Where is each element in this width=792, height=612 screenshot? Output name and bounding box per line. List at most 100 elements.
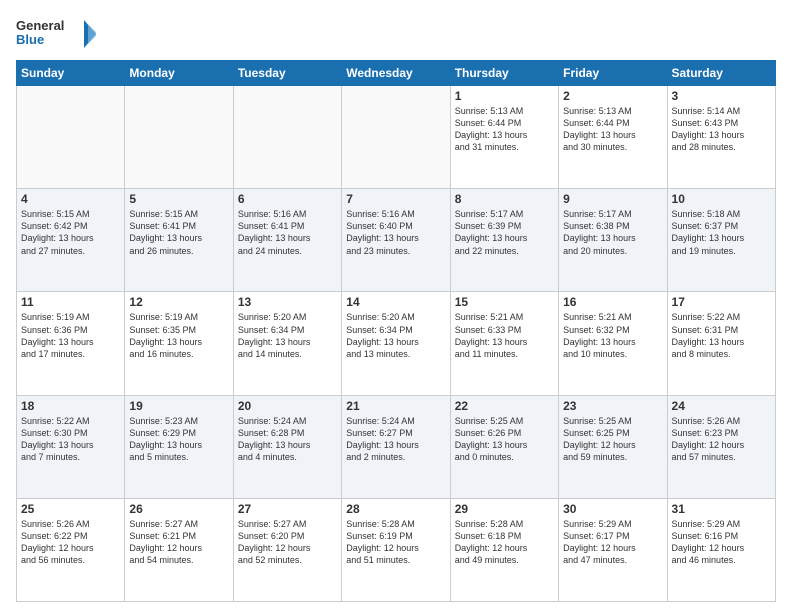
day-info: Sunrise: 5:24 AM Sunset: 6:27 PM Dayligh… (346, 415, 445, 464)
day-info: Sunrise: 5:24 AM Sunset: 6:28 PM Dayligh… (238, 415, 337, 464)
svg-text:General: General (16, 18, 64, 33)
calendar-cell: 6Sunrise: 5:16 AM Sunset: 6:41 PM Daylig… (233, 189, 341, 292)
calendar-cell: 26 Sunrise: 5:27 AM Sunset: 6:21 PM Dayli… (125, 498, 233, 601)
day-number: 24 (672, 399, 771, 413)
day-number: 19 (129, 399, 228, 413)
calendar-cell (233, 86, 341, 189)
day-info: Sunrise: 5:29 AM Sunset: 6:16 PM Dayligh… (672, 518, 771, 567)
day-info: Sunrise: 5:20 AM Sunset: 6:34 PM Dayligh… (346, 311, 445, 360)
calendar-cell: 24 Sunrise: 5:26 AM Sunset: 6:23 PM Dayli… (667, 395, 775, 498)
day-info: Sunrise: 5:13 AM Sunset: 6:44 PM Dayligh… (455, 105, 554, 154)
weekday-header-friday: Friday (559, 61, 667, 86)
day-number: 28 (346, 502, 445, 516)
weekday-header-thursday: Thursday (450, 61, 558, 86)
day-info: Sunrise: 5:18 AM Sunset: 6:37 PM Dayligh… (672, 208, 771, 257)
logo: General Blue (16, 16, 96, 52)
day-number: 15 (455, 295, 554, 309)
day-info: Sunrise: 5:25 AM Sunset: 6:26 PM Dayligh… (455, 415, 554, 464)
calendar-cell: 27 Sunrise: 5:27 AM Sunset: 6:20 PM Dayli… (233, 498, 341, 601)
day-number: 23 (563, 399, 662, 413)
day-info: Sunrise: 5:21 AM Sunset: 6:33 PM Dayligh… (455, 311, 554, 360)
calendar-week-row: 18Sunrise: 5:22 AM Sunset: 6:30 PM Dayli… (17, 395, 776, 498)
day-number: 26 (129, 502, 228, 516)
calendar-cell: 31 Sunrise: 5:29 AM Sunset: 6:16 PM Dayli… (667, 498, 775, 601)
calendar-cell: 2 Sunrise: 5:13 AM Sunset: 6:44 PM Daylig… (559, 86, 667, 189)
day-number: 5 (129, 192, 228, 206)
day-number: 21 (346, 399, 445, 413)
svg-text:Blue: Blue (16, 32, 44, 47)
calendar-cell: 21 Sunrise: 5:24 AM Sunset: 6:27 PM Dayli… (342, 395, 450, 498)
day-number: 30 (563, 502, 662, 516)
day-info: Sunrise: 5:15 AM Sunset: 6:41 PM Dayligh… (129, 208, 228, 257)
calendar-cell: 25Sunrise: 5:26 AM Sunset: 6:22 PM Dayli… (17, 498, 125, 601)
day-info: Sunrise: 5:23 AM Sunset: 6:29 PM Dayligh… (129, 415, 228, 464)
calendar-cell: 11 Sunrise: 5:19 AM Sunset: 6:36 PM Dayli… (17, 292, 125, 395)
day-info: Sunrise: 5:26 AM Sunset: 6:23 PM Dayligh… (672, 415, 771, 464)
day-info: Sunrise: 5:25 AM Sunset: 6:25 PM Dayligh… (563, 415, 662, 464)
calendar-cell: 8 Sunrise: 5:17 AM Sunset: 6:39 PM Daylig… (450, 189, 558, 292)
day-info: Sunrise: 5:15 AM Sunset: 6:42 PM Dayligh… (21, 208, 120, 257)
calendar-cell: 16 Sunrise: 5:21 AM Sunset: 6:32 PM Dayli… (559, 292, 667, 395)
logo-svg: General Blue (16, 16, 96, 52)
weekday-header-wednesday: Wednesday (342, 61, 450, 86)
day-number: 2 (563, 89, 662, 103)
day-number: 14 (346, 295, 445, 309)
day-info: Sunrise: 5:22 AM Sunset: 6:30 PM Dayligh… (21, 415, 120, 464)
calendar-cell: 5 Sunrise: 5:15 AM Sunset: 6:41 PM Daylig… (125, 189, 233, 292)
day-number: 8 (455, 192, 554, 206)
day-info: Sunrise: 5:19 AM Sunset: 6:36 PM Dayligh… (21, 311, 120, 360)
day-info: Sunrise: 5:20 AM Sunset: 6:34 PM Dayligh… (238, 311, 337, 360)
day-number: 12 (129, 295, 228, 309)
day-info: Sunrise: 5:22 AM Sunset: 6:31 PM Dayligh… (672, 311, 771, 360)
day-info: Sunrise: 5:13 AM Sunset: 6:44 PM Dayligh… (563, 105, 662, 154)
day-number: 25 (21, 502, 120, 516)
day-info: Sunrise: 5:16 AM Sunset: 6:41 PM Dayligh… (238, 208, 337, 257)
calendar-week-row: 4 Sunrise: 5:15 AM Sunset: 6:42 PM Daylig… (17, 189, 776, 292)
calendar-cell: 10Sunrise: 5:18 AM Sunset: 6:37 PM Dayli… (667, 189, 775, 292)
header: General Blue (16, 16, 776, 52)
day-number: 3 (672, 89, 771, 103)
calendar-cell: 19 Sunrise: 5:23 AM Sunset: 6:29 PM Dayli… (125, 395, 233, 498)
calendar-table: SundayMondayTuesdayWednesdayThursdayFrid… (16, 60, 776, 602)
day-number: 16 (563, 295, 662, 309)
calendar-cell: 28 Sunrise: 5:28 AM Sunset: 6:19 PM Dayli… (342, 498, 450, 601)
calendar-cell: 20 Sunrise: 5:24 AM Sunset: 6:28 PM Dayli… (233, 395, 341, 498)
day-number: 20 (238, 399, 337, 413)
day-number: 29 (455, 502, 554, 516)
weekday-header-sunday: Sunday (17, 61, 125, 86)
page: General Blue SundayMondayTuesdayWednesda… (0, 0, 792, 612)
day-number: 13 (238, 295, 337, 309)
calendar-cell: 9Sunrise: 5:17 AM Sunset: 6:38 PM Daylig… (559, 189, 667, 292)
day-info: Sunrise: 5:27 AM Sunset: 6:21 PM Dayligh… (129, 518, 228, 567)
day-number: 17 (672, 295, 771, 309)
day-info: Sunrise: 5:27 AM Sunset: 6:20 PM Dayligh… (238, 518, 337, 567)
calendar-week-row: 1Sunrise: 5:13 AM Sunset: 6:44 PM Daylig… (17, 86, 776, 189)
calendar-week-row: 25Sunrise: 5:26 AM Sunset: 6:22 PM Dayli… (17, 498, 776, 601)
calendar-cell: 4 Sunrise: 5:15 AM Sunset: 6:42 PM Daylig… (17, 189, 125, 292)
day-info: Sunrise: 5:19 AM Sunset: 6:35 PM Dayligh… (129, 311, 228, 360)
calendar-cell: 7Sunrise: 5:16 AM Sunset: 6:40 PM Daylig… (342, 189, 450, 292)
weekday-header-row: SundayMondayTuesdayWednesdayThursdayFrid… (17, 61, 776, 86)
calendar-cell: 12 Sunrise: 5:19 AM Sunset: 6:35 PM Dayli… (125, 292, 233, 395)
calendar-cell (125, 86, 233, 189)
day-number: 27 (238, 502, 337, 516)
day-info: Sunrise: 5:17 AM Sunset: 6:38 PM Dayligh… (563, 208, 662, 257)
calendar-cell: 22 Sunrise: 5:25 AM Sunset: 6:26 PM Dayli… (450, 395, 558, 498)
calendar-cell: 30 Sunrise: 5:29 AM Sunset: 6:17 PM Dayli… (559, 498, 667, 601)
calendar-cell: 1Sunrise: 5:13 AM Sunset: 6:44 PM Daylig… (450, 86, 558, 189)
calendar-cell: 17 Sunrise: 5:22 AM Sunset: 6:31 PM Dayli… (667, 292, 775, 395)
day-info: Sunrise: 5:14 AM Sunset: 6:43 PM Dayligh… (672, 105, 771, 154)
day-number: 31 (672, 502, 771, 516)
calendar-cell (17, 86, 125, 189)
day-number: 4 (21, 192, 120, 206)
calendar-cell: 18Sunrise: 5:22 AM Sunset: 6:30 PM Dayli… (17, 395, 125, 498)
calendar-cell: 14 Sunrise: 5:20 AM Sunset: 6:34 PM Dayli… (342, 292, 450, 395)
day-number: 7 (346, 192, 445, 206)
day-number: 22 (455, 399, 554, 413)
weekday-header-monday: Monday (125, 61, 233, 86)
day-number: 11 (21, 295, 120, 309)
day-info: Sunrise: 5:21 AM Sunset: 6:32 PM Dayligh… (563, 311, 662, 360)
day-info: Sunrise: 5:29 AM Sunset: 6:17 PM Dayligh… (563, 518, 662, 567)
day-info: Sunrise: 5:28 AM Sunset: 6:19 PM Dayligh… (346, 518, 445, 567)
day-info: Sunrise: 5:17 AM Sunset: 6:39 PM Dayligh… (455, 208, 554, 257)
